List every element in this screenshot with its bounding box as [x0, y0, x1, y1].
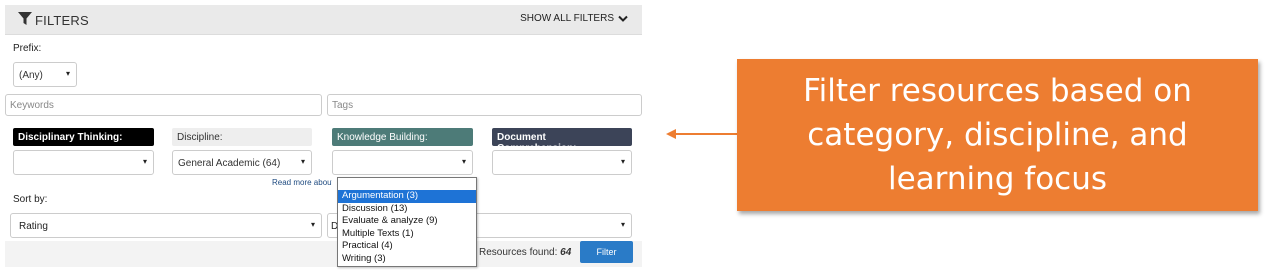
resources-found: Resources found: 64 [479, 247, 571, 258]
dropdown-option[interactable]: Argumentation (3) [338, 190, 476, 203]
filters-header: FILTERS SHOW ALL FILTERS [5, 5, 642, 35]
sort-value: Rating [19, 221, 48, 232]
select-arrows-icon: ▾ [142, 157, 147, 166]
select-arrows-icon: ▾ [620, 157, 625, 166]
knowledge-building-select[interactable]: ▾ [332, 150, 473, 175]
filters-title-label: FILTERS [35, 12, 89, 28]
disciplinary-thinking-label: Disciplinary Thinking: [13, 128, 154, 146]
dropdown-blank-option[interactable] [338, 178, 476, 190]
dropdown-option[interactable]: Practical (4) [338, 240, 476, 253]
funnel-icon [18, 12, 32, 28]
prefix-select[interactable]: (Any) ▾ [13, 62, 77, 87]
arrow-left-icon [666, 129, 738, 139]
document-comprehension-label: Document Comprehension: [492, 128, 632, 154]
chevron-down-icon [618, 15, 628, 22]
sort-select[interactable]: Rating ▾ [10, 213, 322, 238]
show-all-filters-label: SHOW ALL FILTERS [520, 13, 614, 24]
filters-panel: FILTERS SHOW ALL FILTERS Prefix: (Any) ▾… [5, 5, 642, 267]
select-arrows-icon: ▾ [461, 157, 466, 166]
filter-button[interactable]: Filter [580, 241, 633, 263]
dropdown-option[interactable]: Discussion (13) [338, 203, 476, 216]
read-more-link[interactable]: Read more about [272, 178, 332, 187]
resources-found-label: Resources found: [479, 247, 558, 258]
discipline-value: General Academic (64) [178, 158, 281, 169]
select-arrows-icon: ▾ [620, 220, 625, 229]
select-arrows-icon: ▾ [65, 69, 70, 78]
knowledge-building-dropdown: Argumentation (3) Discussion (13) Evalua… [337, 177, 477, 267]
prefix-label: Prefix: [13, 43, 42, 54]
resources-found-count: 64 [560, 247, 572, 258]
select-arrows-icon: ▾ [300, 157, 305, 166]
keywords-placeholder: Keywords [10, 100, 54, 111]
dropdown-option[interactable]: Writing (3) [338, 253, 476, 266]
prefix-value: (Any) [19, 70, 43, 81]
keywords-input[interactable]: Keywords [5, 94, 322, 116]
dropdown-option[interactable]: Multiple Texts (1) [338, 228, 476, 241]
show-all-filters-button[interactable]: SHOW ALL FILTERS [520, 13, 628, 24]
discipline-select[interactable]: General Academic (64) ▾ [172, 150, 312, 175]
discipline-label: Discipline: [172, 128, 312, 146]
filters-title: FILTERS [18, 12, 89, 28]
dropdown-option[interactable]: Evaluate & analyze (9) [338, 215, 476, 228]
tags-input[interactable]: Tags [327, 94, 642, 116]
document-comprehension-select[interactable]: ▾ [492, 150, 632, 175]
select-arrows-icon: ▾ [310, 220, 315, 229]
callout-box: Filter resources based on category, disc… [737, 59, 1258, 211]
callout-text: Filter resources based on category, disc… [803, 73, 1192, 197]
disciplinary-thinking-select[interactable]: ▾ [13, 150, 154, 175]
sort-label: Sort by: [13, 194, 48, 205]
knowledge-building-label: Knowledge Building: [332, 128, 473, 146]
tags-placeholder: Tags [332, 100, 354, 111]
